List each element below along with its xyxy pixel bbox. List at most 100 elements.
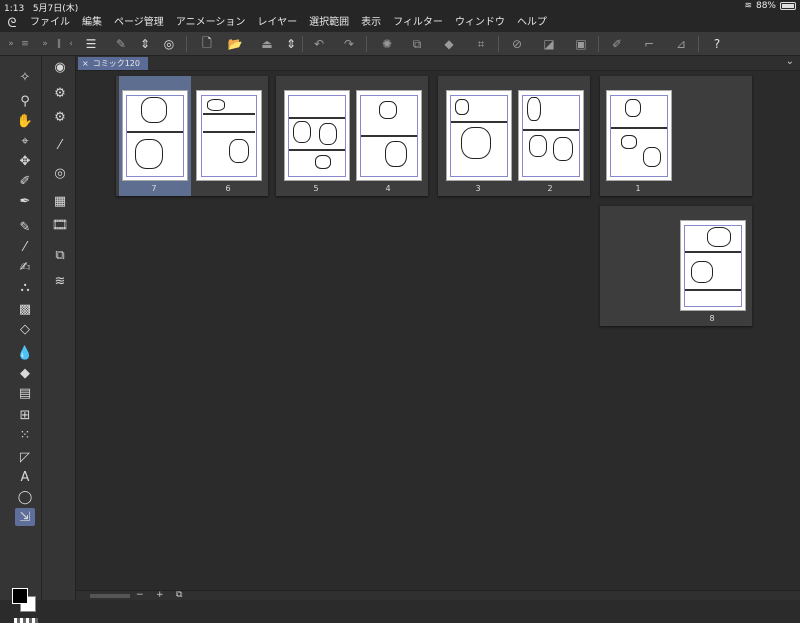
page-thumbnail-1[interactable] <box>606 90 672 181</box>
hamburger-menu-icon[interactable]: ☰ <box>82 35 100 53</box>
menu-view[interactable]: 表示 <box>355 14 387 32</box>
menu-edit[interactable]: 編集 <box>76 14 108 32</box>
material-icon[interactable]: 🎞 <box>50 216 70 234</box>
app-logo-icon[interactable]: ᘓ <box>0 14 24 32</box>
page-number: 5 <box>313 184 319 193</box>
subtool-detail-icon[interactable]: ⚙ <box>50 108 70 126</box>
sketch-mark <box>319 123 337 145</box>
tab-close-icon[interactable]: × <box>82 57 89 70</box>
page-thumbnail-5[interactable] <box>284 90 350 181</box>
object-select-icon[interactable]: ⌖ <box>15 132 35 150</box>
menu-page-management[interactable]: ページ管理 <box>108 14 170 32</box>
brush-size-icon[interactable]: ⚙ <box>50 84 70 102</box>
grip-icon[interactable]: ≡ <box>16 35 34 53</box>
menu-animation[interactable]: アニメーション <box>170 14 252 32</box>
settings-brush-icon[interactable]: ✎ <box>112 35 130 53</box>
fit-view-icon[interactable]: ⧉ <box>176 590 182 600</box>
layer-property-icon[interactable]: ⧉ <box>50 246 70 264</box>
sketch-mark <box>625 99 641 117</box>
chevron-down-icon[interactable]: ⌄ <box>786 56 794 67</box>
ruler-icon[interactable]: ⁙ <box>15 426 35 444</box>
magic-wand-icon[interactable]: ✧ <box>15 68 35 86</box>
hand-icon[interactable]: ✋ <box>15 112 35 130</box>
pencil-icon[interactable]: ✎ <box>15 218 35 236</box>
sketch-mark <box>707 227 731 247</box>
sketch-mark <box>685 251 741 253</box>
page-thumbnail-6[interactable] <box>196 90 262 181</box>
companion-icon[interactable]: ◎ <box>160 35 178 53</box>
brush-icon[interactable]: ⁄ <box>15 238 35 256</box>
transparent-color-swatch[interactable] <box>14 618 38 623</box>
stroke-icon[interactable]: ⌐ <box>640 35 658 53</box>
pattern-icon[interactable]: ▩ <box>15 300 35 318</box>
balloon-icon[interactable]: ◯ <box>15 488 35 506</box>
sketch-mark <box>553 137 573 161</box>
main-color-swatch[interactable] <box>12 588 28 604</box>
zoom-slider[interactable] <box>90 594 130 598</box>
page-number: 8 <box>709 314 715 323</box>
open-folder-icon[interactable]: 📂 <box>226 35 244 53</box>
sketch-mark <box>529 135 547 157</box>
invert-selection-icon[interactable]: ◪ <box>540 35 558 53</box>
page-thumbnail-2[interactable] <box>518 90 584 181</box>
zoom-icon[interactable]: ⚲ <box>15 92 35 110</box>
sketch-mark <box>229 139 249 163</box>
status-time: 1:13 <box>4 4 25 14</box>
correct-line-icon[interactable]: ⇲ <box>15 508 35 526</box>
brush-shape-icon[interactable]: ⁄ <box>50 136 70 154</box>
airbrush-icon[interactable]: ⛬ <box>15 278 35 296</box>
color-wheel-icon[interactable]: ◎ <box>50 164 70 182</box>
battery-percent: 88% <box>755 1 776 11</box>
page-thumbnail-8[interactable] <box>680 220 746 311</box>
document-tab-bar: × コミック120 ⌄ <box>76 56 800 71</box>
tool-property-icon[interactable]: ◉ <box>50 58 70 76</box>
blend-icon[interactable]: 💧 <box>15 344 35 362</box>
ruler-pen-icon[interactable]: ✐ <box>608 35 626 53</box>
chevron-left-icon[interactable]: ‹ <box>62 35 80 53</box>
menu-help[interactable]: ヘルプ <box>511 14 553 32</box>
zoom-in-button[interactable]: + <box>156 590 164 600</box>
fill-icon[interactable]: ◆ <box>440 35 458 53</box>
eraser-icon[interactable]: ◇ <box>15 320 35 338</box>
layers-icon[interactable]: ≋ <box>50 272 70 290</box>
spread-3-2: 3 2 <box>438 76 590 196</box>
spread-8: 8 <box>600 206 752 326</box>
help-icon[interactable]: ? <box>708 35 726 53</box>
clear-icon[interactable]: ✺ <box>378 35 396 53</box>
line-correction-icon[interactable]: ⊿ <box>672 35 690 53</box>
color-set-icon[interactable]: ▦ <box>50 192 70 210</box>
page-thumbnail-7[interactable] <box>122 90 188 181</box>
transform-icon[interactable]: ⌗ <box>472 35 490 53</box>
undo-icon[interactable]: ↶ <box>310 35 328 53</box>
menu-selection[interactable]: 選択範囲 <box>303 14 355 32</box>
tool-palette: ✧ ⚲ ✋ ⌖ ✥ ✐ ✒ ✎ ⁄ ✍ ⛬ ▩ ◇ 💧 ◆ ▤ ⊞ ⁙ ◸ A … <box>0 56 42 623</box>
page-thumbnail-4[interactable] <box>356 90 422 181</box>
gradient-icon[interactable]: ▤ <box>15 384 35 402</box>
zoom-out-button[interactable]: − <box>136 590 144 600</box>
clear-outside-icon[interactable]: ⧉ <box>408 35 426 53</box>
fill-bucket-icon[interactable]: ◆ <box>15 364 35 382</box>
deselect-icon[interactable]: ⊘ <box>508 35 526 53</box>
wifi-icon: ≋ <box>744 1 752 11</box>
text-icon[interactable]: A <box>15 468 35 486</box>
move-icon[interactable]: ✥ <box>15 152 35 170</box>
sketch-mark <box>691 261 713 283</box>
new-file-icon[interactable]: 🗋 <box>198 35 216 53</box>
select-layer-icon[interactable]: ▣ <box>572 35 590 53</box>
decoration-icon[interactable]: ✍ <box>15 258 35 276</box>
save-dropdown-icon[interactable]: ⇕ <box>282 35 300 53</box>
page-thumbnail-3[interactable] <box>446 90 512 181</box>
document-tab[interactable]: × コミック120 <box>78 57 148 70</box>
menu-layer[interactable]: レイヤー <box>251 14 303 32</box>
eyedropper-icon[interactable]: ✐ <box>15 172 35 190</box>
menu-file[interactable]: ファイル <box>24 14 76 32</box>
menu-window[interactable]: ウィンドウ <box>449 14 511 32</box>
save-icon[interactable]: ⏏ <box>258 35 276 53</box>
spread-1: 1 <box>600 76 752 196</box>
redo-icon[interactable]: ↷ <box>340 35 358 53</box>
menu-filter[interactable]: フィルター <box>387 14 449 32</box>
figure-icon[interactable]: ◸ <box>15 448 35 466</box>
up-down-arrow-icon[interactable]: ⇕ <box>136 35 154 53</box>
frame-border-icon[interactable]: ⊞ <box>15 406 35 424</box>
pen-icon[interactable]: ✒ <box>15 192 35 210</box>
